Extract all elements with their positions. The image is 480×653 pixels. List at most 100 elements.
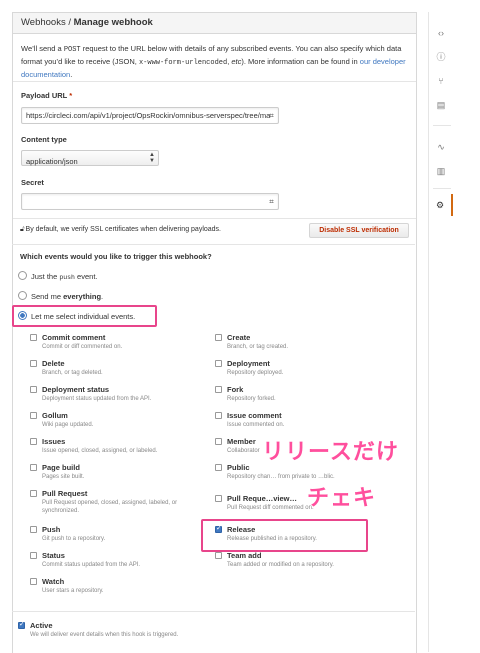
event-checkbox[interactable] <box>215 438 222 445</box>
annotation-check: チェキ <box>307 486 377 511</box>
radio-button[interactable] <box>18 291 27 300</box>
password-manager-icon[interactable]: ⌗ <box>267 111 276 120</box>
event-checkbox[interactable] <box>30 360 37 367</box>
required-marker: * <box>69 91 73 100</box>
event-name: Member <box>227 437 256 446</box>
secret-input[interactable]: ⌗ <box>21 193 279 210</box>
intro-etc: etc <box>231 57 242 66</box>
event-name: Pull Reque…view… <box>227 494 298 503</box>
radio-label: . <box>101 292 104 301</box>
event-checkbox[interactable] <box>30 526 37 533</box>
active-description: We will deliver event details when this … <box>30 632 179 638</box>
payload-url-input[interactable]: https://circleci.com/api/v1/project/OpsR… <box>21 107 279 124</box>
event-description: Issue opened, closed, assigned, or label… <box>42 448 158 454</box>
event-checkbox[interactable] <box>215 495 222 502</box>
content-type-label: Content type <box>21 135 67 144</box>
payload-url-label-text: Payload URL <box>21 91 70 100</box>
divider <box>13 81 416 82</box>
radio-label: event. <box>74 272 98 281</box>
active-label: Active <box>30 621 53 630</box>
rail-divider <box>433 125 451 126</box>
push-code: push <box>59 274 75 281</box>
event-name: Page build <box>42 463 80 472</box>
event-name: Create <box>227 333 251 342</box>
event-description: Wiki page updated. <box>42 422 94 428</box>
event-name: Deployment status <box>42 385 110 394</box>
event-description: Git push to a repository. <box>42 536 106 542</box>
event-description: Team added or modified on a repository. <box>227 562 334 568</box>
issue-icon[interactable]: ⓘ <box>429 46 453 68</box>
event-description: Branch, or tag deleted. <box>42 370 103 376</box>
pulse-icon[interactable]: ∿ <box>429 136 453 158</box>
event-checkbox[interactable] <box>215 464 222 471</box>
intro-part: We’ll send a <box>21 44 64 53</box>
radio-button[interactable] <box>18 271 27 280</box>
event-checkbox[interactable] <box>30 552 37 559</box>
form-urlencoded-code: x-www-form-urlencoded <box>138 59 228 67</box>
event-name: Push <box>42 525 61 534</box>
breadcrumb-webhooks-link[interactable]: Webhooks <box>21 17 66 28</box>
radio-label-bold: everything <box>63 292 102 301</box>
ssl-note-text: By default, we verify SSL certificates w… <box>25 226 221 233</box>
event-description: Repository forked. <box>227 396 276 402</box>
event-checkbox[interactable] <box>30 412 37 419</box>
active-checkbox[interactable] <box>18 621 25 629</box>
event-checkbox[interactable] <box>215 552 222 559</box>
event-checkbox[interactable] <box>30 438 37 445</box>
repo-nav-rail: ‹› ⓘ ⑂ ▤ ∿ ▥ ⚙ <box>428 12 453 652</box>
settings-icon[interactable]: ⚙ <box>429 194 453 216</box>
event-checkbox[interactable] <box>30 334 37 341</box>
intro-part: ). More information can be found in <box>241 57 360 66</box>
event-checkbox[interactable] <box>30 578 37 585</box>
event-name: Team add <box>227 551 262 560</box>
breadcrumb-separator: / <box>65 17 74 28</box>
event-name: Status <box>42 551 65 560</box>
event-description: Commit or diff commented on. <box>42 344 123 350</box>
event-description: Collaborator <box>227 448 260 454</box>
pull-request-icon[interactable]: ⑂ <box>429 70 453 92</box>
event-description: Pull Request opened, closed, assigned, l… <box>42 500 178 514</box>
event-name: Delete <box>42 359 65 368</box>
lock-icon: 🔓︎ <box>20 226 25 233</box>
panel-header: Webhooks / Manage webhook <box>13 13 416 34</box>
event-checkbox[interactable] <box>30 464 37 471</box>
event-name: Watch <box>42 577 65 586</box>
page-title: Manage webhook <box>73 17 153 28</box>
event-name: Commit comment <box>42 333 106 342</box>
content-type-select[interactable]: application/json ▲ ▼ <box>21 150 159 166</box>
radio-just-push[interactable]: Just the push event. <box>18 271 97 281</box>
rail-divider <box>433 188 451 189</box>
event-name: Issue comment <box>227 411 282 420</box>
event-description: Issue commented on. <box>227 422 285 428</box>
password-manager-icon[interactable]: ⌗ <box>267 197 276 206</box>
divider <box>12 611 415 612</box>
event-checkbox[interactable] <box>215 412 222 419</box>
event-description: Pages site built. <box>42 474 85 480</box>
post-code: POST <box>63 46 81 54</box>
radio-button-checked[interactable] <box>18 311 27 320</box>
event-checkbox[interactable] <box>215 386 222 393</box>
event-name: Pull Request <box>42 489 88 498</box>
radio-send-everything[interactable]: Send me everything. <box>18 291 103 301</box>
wiki-icon[interactable]: ▤ <box>429 94 453 116</box>
event-description: Deployment status updated from the API. <box>42 396 152 402</box>
divider <box>12 244 415 245</box>
event-checkbox[interactable] <box>30 386 37 393</box>
code-icon[interactable]: ‹› <box>429 22 453 44</box>
event-checkbox[interactable] <box>215 334 222 341</box>
event-name: Fork <box>227 385 244 394</box>
event-name: Deployment <box>227 359 270 368</box>
disable-ssl-button[interactable]: Disable SSL verification <box>309 223 409 238</box>
ssl-note: 🔓︎By default, we verify SSL certificates… <box>20 226 221 234</box>
graph-icon[interactable]: ▥ <box>429 160 453 182</box>
event-checkbox[interactable] <box>215 360 222 367</box>
event-checkbox[interactable] <box>30 490 37 497</box>
radio-individual-events[interactable]: Let me select individual events. <box>18 311 135 321</box>
radio-label: Send me <box>31 292 64 301</box>
release-highlight-box <box>201 519 368 552</box>
event-name: Gollum <box>42 411 68 420</box>
event-description: Commit status updated from the API. <box>42 562 141 568</box>
divider <box>13 218 416 219</box>
trigger-question: Which events would you like to trigger t… <box>20 252 212 261</box>
event-name: Issues <box>42 437 66 446</box>
